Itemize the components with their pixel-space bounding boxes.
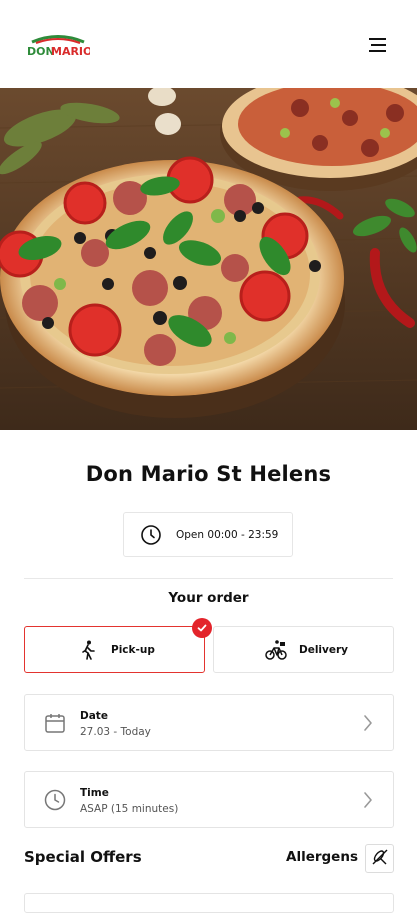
time-selector[interactable]: Time ASAP (15 minutes) — [24, 771, 394, 828]
hero-pizza-image — [0, 88, 417, 430]
pickup-label: Pick-up — [111, 643, 155, 656]
selected-check-icon — [192, 618, 212, 638]
date-label: Date — [80, 710, 108, 722]
allergens-link[interactable]: Allergens — [286, 849, 358, 865]
bicycle-delivery-icon — [265, 639, 287, 661]
delivery-option-button[interactable]: Delivery — [213, 626, 394, 673]
svg-text:MARIO: MARIO — [51, 45, 90, 58]
opening-hours-text: Open 00:00 - 23:59 — [176, 528, 279, 541]
date-value: 27.03 - Today — [80, 726, 151, 738]
offer-card[interactable] — [24, 893, 394, 913]
hamburger-menu-icon[interactable] — [364, 33, 392, 57]
delivery-label: Delivery — [299, 643, 349, 656]
allergens-button[interactable] — [365, 844, 394, 873]
brand-logo[interactable]: DON MARIO — [26, 33, 90, 59]
app-header: DON MARIO — [0, 0, 417, 88]
chevron-right-icon — [361, 791, 375, 809]
no-wheat-icon — [370, 847, 390, 871]
opening-hours-badge: Open 00:00 - 23:59 — [123, 512, 293, 557]
calendar-icon — [43, 711, 67, 735]
pickup-option-button[interactable]: Pick-up — [24, 626, 205, 673]
special-offers-heading: Special Offers — [24, 848, 142, 866]
time-value: ASAP (15 minutes) — [80, 803, 179, 815]
clock-icon — [140, 524, 162, 546]
your-order-heading: Your order — [168, 590, 249, 606]
date-selector[interactable]: Date 27.03 - Today — [24, 694, 394, 751]
walking-person-icon — [77, 639, 99, 661]
clock-icon — [43, 788, 67, 812]
section-divider — [24, 578, 393, 579]
restaurant-name: Don Mario St Helens — [85, 462, 332, 486]
chevron-right-icon — [361, 714, 375, 732]
time-label: Time — [80, 787, 109, 799]
